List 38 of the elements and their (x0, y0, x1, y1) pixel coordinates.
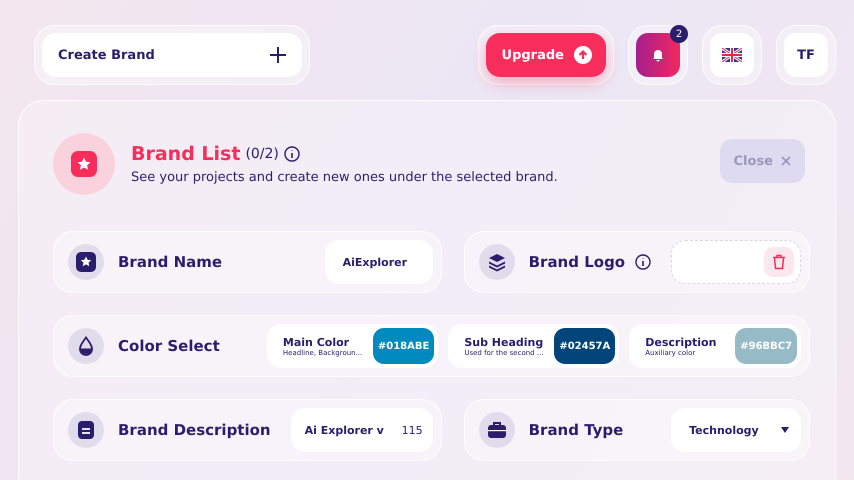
drop-icon (68, 328, 104, 364)
trash-icon (772, 254, 786, 270)
arrow-up-icon (574, 46, 592, 64)
color-chip: #96BBC7 (735, 328, 798, 364)
close-icon (781, 156, 791, 166)
language-button[interactable] (710, 33, 754, 77)
field-label: Brand Type (528, 421, 624, 439)
avatar-button[interactable]: TF (784, 33, 828, 77)
field-label: Brand Name (118, 253, 222, 271)
field-label: Brand Description (118, 421, 271, 439)
caret-icon (781, 427, 790, 433)
character-count: 115 (402, 424, 423, 436)
color-name: Description (645, 336, 718, 348)
color-chip: #02457A (554, 328, 616, 364)
color-chip: #018ABE (372, 328, 434, 364)
brand-description-field[interactable]: Ai Explorer v 115 (290, 408, 433, 452)
panel-subtitle: See your projects and create new ones under the selected brand. (131, 170, 559, 185)
create-brand-button[interactable]: Create Brand (42, 33, 302, 77)
notification-badge: 2 (670, 25, 688, 43)
layers-icon (478, 244, 515, 280)
color-name: Sub Heading (464, 336, 544, 348)
color-name: Main Color (282, 336, 350, 348)
bell-icon (651, 48, 665, 62)
brand-type-dropdown[interactable]: Technology (671, 408, 802, 452)
field-label: Brand Logo (528, 253, 626, 271)
info-icon[interactable] (635, 254, 652, 270)
flag-icon (722, 48, 742, 62)
brand-count: (0/2) (245, 146, 279, 162)
upgrade-button[interactable]: Upgrade (486, 33, 606, 77)
doc-icon (68, 412, 104, 448)
plus-icon (270, 47, 286, 63)
field-value: Ai Explorer v (304, 424, 385, 436)
brand-name-field[interactable]: AiExplorer (324, 240, 433, 284)
case-icon (478, 412, 515, 448)
delete-button[interactable] (764, 247, 794, 277)
info-icon[interactable] (284, 146, 300, 162)
field-label: Color Select (118, 337, 220, 355)
panel-title: Brand List (131, 143, 240, 165)
